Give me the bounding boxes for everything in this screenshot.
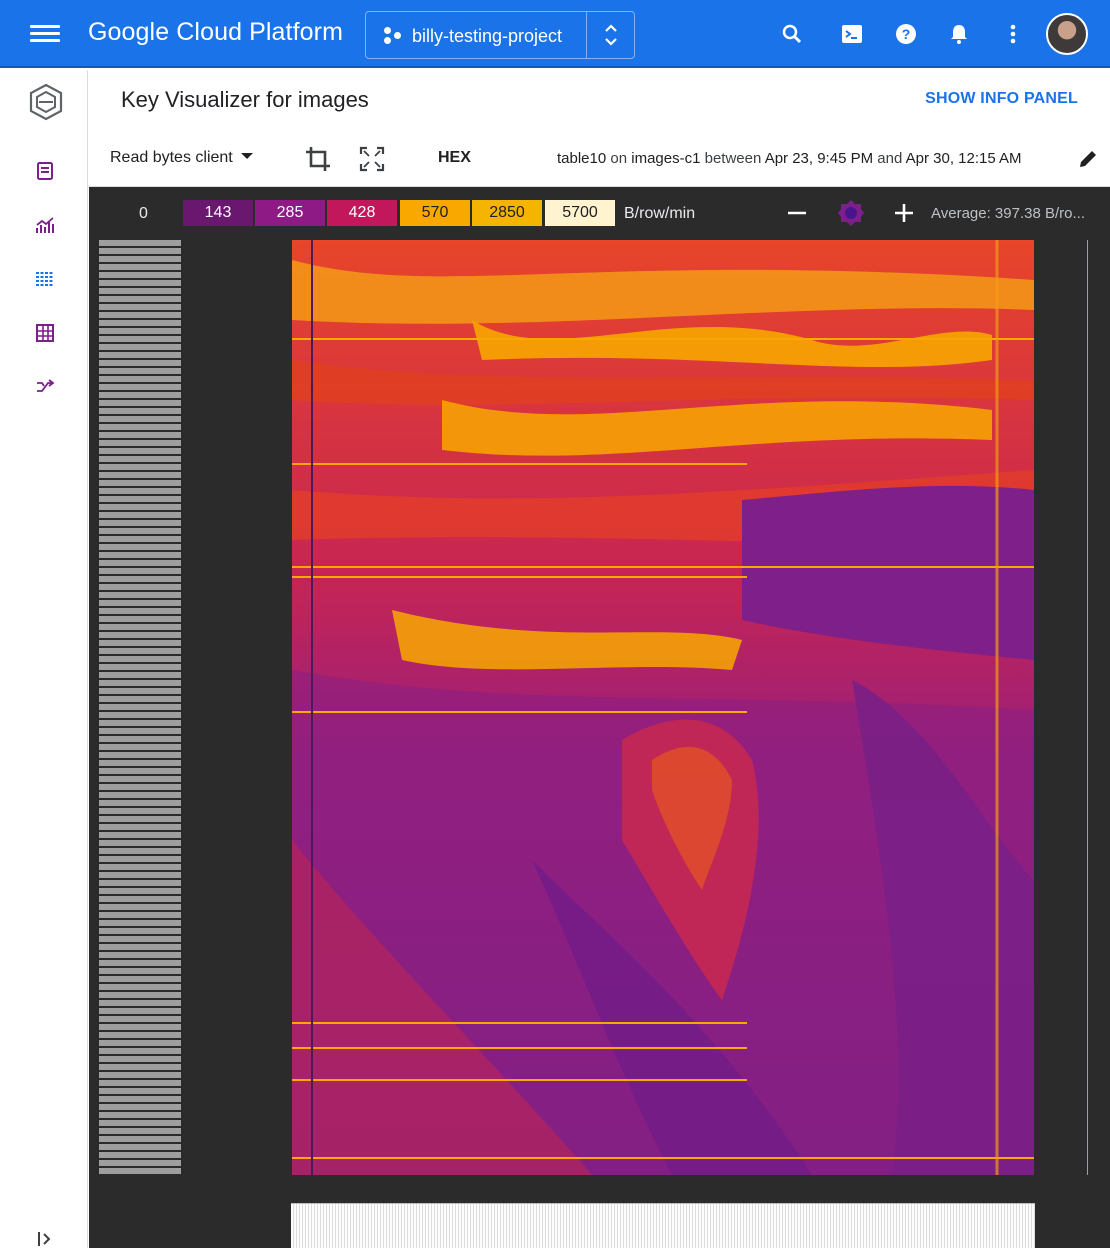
legend-stop-5: 2850	[472, 200, 542, 226]
top-app-bar: Google Cloud Platform billy-testing-proj…	[0, 0, 1110, 68]
show-info-panel-button[interactable]: SHOW INFO PANEL	[925, 90, 1078, 108]
heatmap-bands	[292, 260, 1034, 1175]
legend-stop-1: 143	[183, 200, 253, 226]
legend-stop-4: 570	[400, 200, 470, 226]
row-key-axis[interactable]	[99, 240, 181, 1175]
monitoring-chart-icon[interactable]	[34, 214, 56, 236]
legend-stop-3: 428	[327, 200, 397, 226]
legend-zero-label: 0	[139, 205, 148, 222]
project-name: billy-testing-project	[412, 26, 563, 46]
hamburger-menu-icon[interactable]	[30, 22, 60, 46]
range-start: Apr 23, 9:45 PM	[764, 150, 874, 167]
chevron-down-icon	[240, 153, 253, 159]
range-instance: images-c1	[631, 150, 701, 167]
average-readout: Average: 397.38 B/ro...	[931, 205, 1085, 222]
zoom-in-icon[interactable]	[892, 201, 916, 225]
range-and: and	[877, 150, 903, 167]
range-table: table10	[557, 150, 607, 167]
page-header: Key Visualizer for images SHOW INFO PANE…	[89, 70, 1110, 130]
key-visualizer-icon[interactable]	[34, 268, 56, 290]
right-aggregate-scale	[1087, 240, 1095, 1175]
range-on: on	[610, 150, 628, 167]
legend-stop-2: 285	[255, 200, 325, 226]
expand-nav-icon[interactable]	[34, 1228, 56, 1250]
time-range-summary: table10 on images-c1 between Apr 23, 9:4…	[557, 150, 1022, 167]
project-divider	[586, 12, 587, 58]
brightness-icon[interactable]	[837, 199, 865, 227]
key-heatmap[interactable]	[292, 240, 1034, 1175]
tables-icon[interactable]	[34, 322, 56, 344]
instances-icon[interactable]	[34, 160, 56, 182]
project-dots-icon	[384, 27, 402, 45]
replication-icon[interactable]	[34, 376, 56, 398]
project-selector[interactable]: billy-testing-project	[365, 11, 635, 59]
range-end: Apr 30, 12:15 AM	[905, 150, 1022, 167]
fullscreen-icon[interactable]	[357, 144, 387, 174]
brand-title[interactable]: Google Cloud Platform	[88, 18, 343, 47]
left-nav	[0, 70, 88, 1248]
search-icon[interactable]	[780, 22, 804, 46]
metric-select-label: Read bytes client	[110, 149, 233, 166]
help-icon[interactable]: ?	[894, 22, 918, 46]
bell-icon[interactable]	[947, 22, 971, 46]
crop-icon[interactable]	[303, 144, 333, 174]
legend-unit: B/row/min	[624, 205, 696, 222]
cloud-shell-icon[interactable]	[840, 22, 864, 46]
user-avatar[interactable]	[1046, 13, 1088, 55]
range-between: between	[704, 150, 762, 167]
visualizer-toolbar: Read bytes client HEX table10 on images-…	[89, 130, 1110, 187]
zoom-out-icon[interactable]	[785, 201, 809, 225]
metric-select[interactable]: Read bytes client	[110, 149, 253, 167]
legend-stop-6: 5700	[545, 200, 615, 226]
edit-pencil-icon[interactable]	[1077, 148, 1099, 170]
hex-toggle[interactable]: HEX	[438, 149, 471, 167]
svg-text:?: ?	[902, 26, 911, 42]
time-axis-histogram[interactable]	[291, 1203, 1035, 1248]
unfold-icon[interactable]	[602, 20, 620, 50]
bigtable-product-icon[interactable]	[26, 82, 66, 122]
more-vert-icon[interactable]	[1001, 22, 1025, 46]
page-title: Key Visualizer for images	[121, 87, 369, 112]
heatmap-panel: 0 143 285 428 570 2850 5700 B/row/min Av…	[89, 187, 1110, 1248]
